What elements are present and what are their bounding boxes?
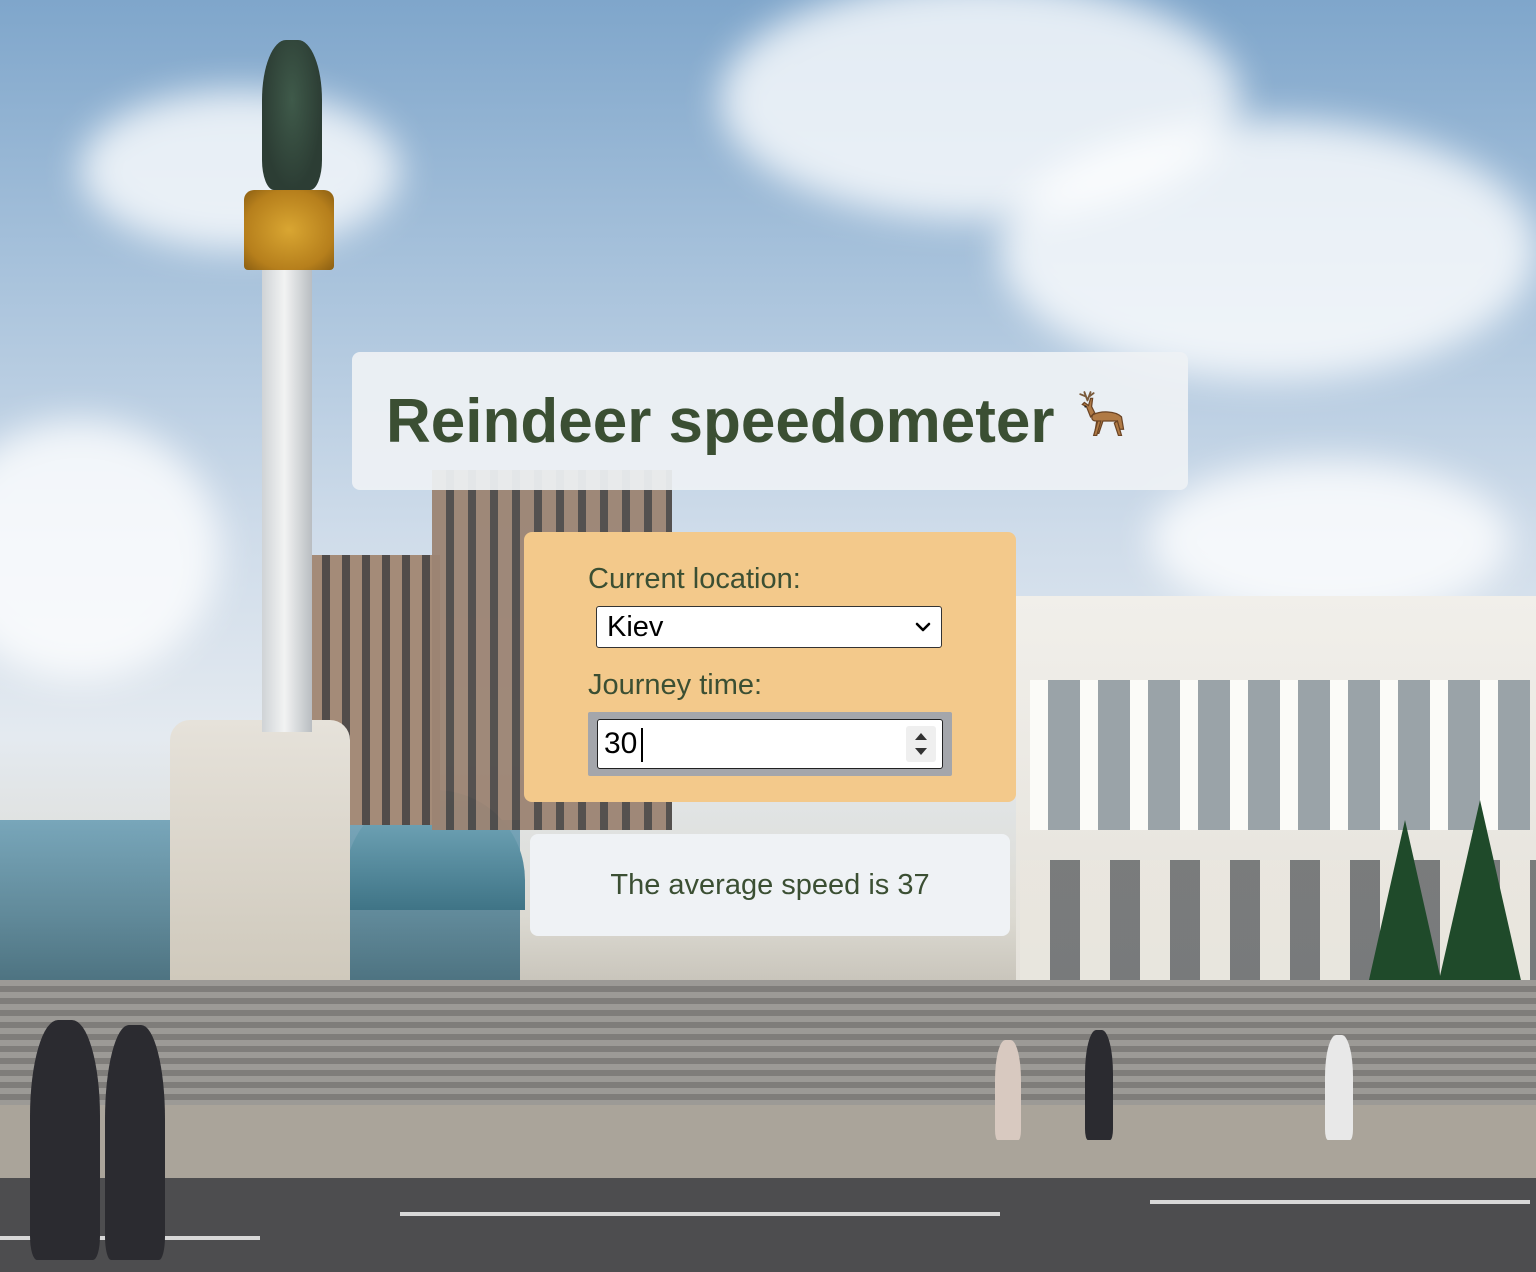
page-title-text: Reindeer speedometer <box>386 386 1055 456</box>
average-speed-value: 37 <box>897 868 930 901</box>
number-spinner[interactable] <box>906 726 936 762</box>
decrement-arrow-icon[interactable] <box>913 746 929 758</box>
result-card: The average speed is 37 <box>530 834 1010 936</box>
location-label: Current location: <box>588 563 801 595</box>
journey-time-focus-ring: 30 <box>588 712 952 776</box>
title-card: Reindeer speedometer <box>352 352 1188 490</box>
text-caret <box>641 728 643 762</box>
chevron-down-icon <box>915 622 931 632</box>
journey-time-input[interactable]: 30 <box>597 719 943 769</box>
increment-arrow-icon[interactable] <box>913 730 929 742</box>
deer-icon <box>1079 391 1125 437</box>
journey-time-value: 30 <box>604 727 638 760</box>
average-speed-text: The average speed is 37 <box>610 869 929 902</box>
location-select[interactable]: Kiev <box>596 606 942 648</box>
journey-time-label: Journey time: <box>588 669 763 701</box>
average-speed-prefix: The average speed is <box>610 868 890 901</box>
location-select-value: Kiev <box>607 611 664 643</box>
journey-form: Current location: Kiev Journey time: 30 <box>524 532 1016 802</box>
page-title: Reindeer speedometer <box>386 386 1138 457</box>
